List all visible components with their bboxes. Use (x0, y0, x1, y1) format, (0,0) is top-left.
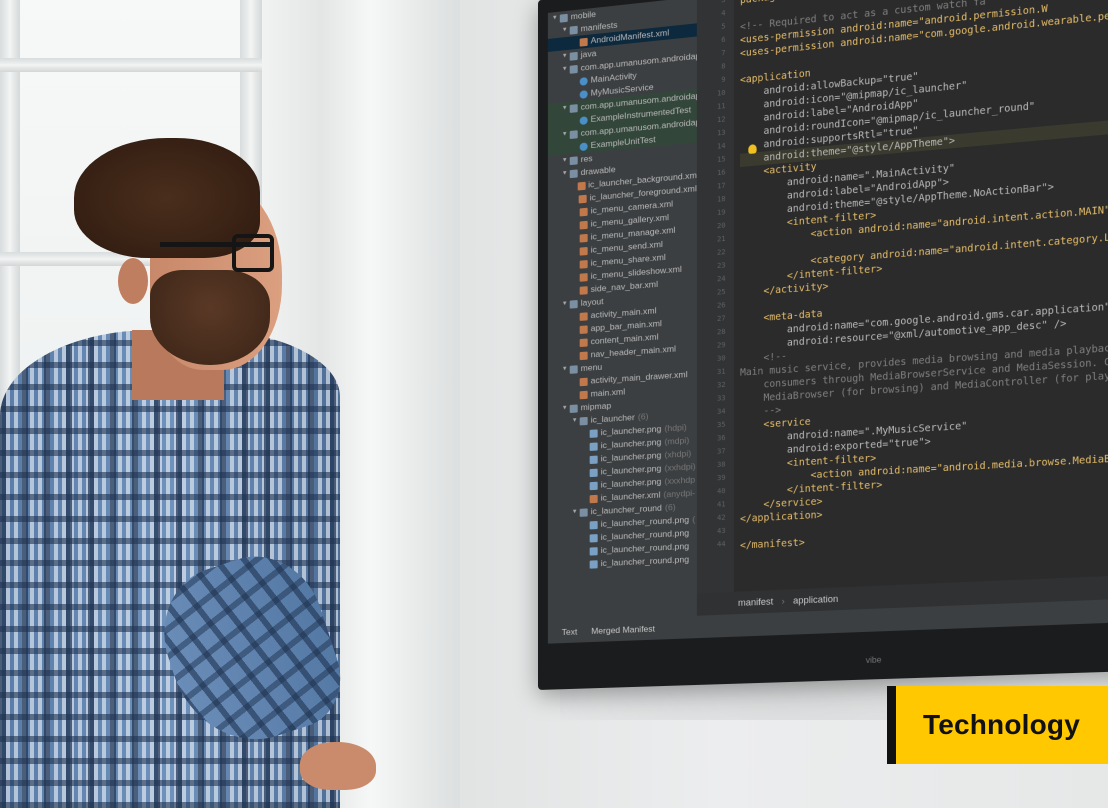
file-icon (589, 533, 598, 543)
expand-arrow-icon: ▼ (561, 65, 568, 73)
tree-item-qualifier: (6) (664, 501, 676, 513)
expand-arrow-icon: ▼ (551, 14, 558, 22)
expand-arrow-icon: ▼ (561, 157, 568, 164)
expand-arrow-icon (572, 95, 578, 96)
tree-item-label: main.xml (590, 386, 626, 399)
file-icon (579, 37, 588, 47)
file-icon (579, 390, 588, 399)
expand-arrow-icon: ▼ (561, 405, 568, 412)
file-icon (579, 259, 588, 269)
category-badge: Technology (887, 686, 1108, 764)
expand-arrow-icon: ▼ (571, 508, 578, 516)
tree-item-qualifier: ( (692, 514, 696, 525)
folder-icon (569, 64, 578, 74)
ide-screen: ▼ mobile ▼ manifests AndroidManifest.xml ▼ jav… (547, 0, 1108, 644)
folder-icon (569, 364, 578, 374)
file-icon (579, 207, 588, 216)
expand-arrow-icon (572, 225, 578, 226)
ear (118, 258, 148, 304)
expand-arrow-icon: ▼ (561, 52, 568, 60)
expand-arrow-icon (572, 121, 578, 122)
folder-icon (569, 129, 578, 139)
file-icon (579, 272, 588, 282)
expand-arrow-icon (572, 212, 578, 213)
code-editor: package="com.app.<!-- Required to act as… (740, 0, 1108, 614)
file-icon (589, 428, 598, 438)
project-tree: ▼ mobile ▼ manifests AndroidManifest.xml ▼ jav… (547, 0, 698, 622)
file-icon (579, 246, 588, 256)
file-icon (579, 285, 588, 295)
file-icon (579, 311, 588, 321)
breadcrumb-manifest: manifest (737, 596, 774, 608)
folder-icon (569, 51, 578, 61)
tree-item-label: ic_launcher_round.png (600, 553, 690, 569)
expand-arrow-icon (572, 42, 578, 43)
file-icon (589, 441, 598, 451)
folder-icon (569, 25, 578, 35)
class-icon (579, 115, 588, 125)
expand-arrow-icon: ▼ (561, 105, 568, 112)
line-number-gutter: 3 4 5 6 7 8 9 10 11 12 13 14 15 16 17 18 19 20 21 22 23 24 25 2… (696, 0, 734, 616)
tree-item-qualifier: (6) (637, 411, 649, 422)
file-icon (589, 494, 598, 503)
file-icon (579, 351, 588, 360)
file-icon (579, 220, 588, 230)
folder-icon (569, 103, 578, 113)
breadcrumb-separator: › (781, 595, 785, 607)
expand-arrow-icon (572, 147, 578, 148)
folder-icon (569, 155, 578, 165)
display-monitor: ▼ mobile ▼ manifests AndroidManifest.xml ▼ jav… (538, 0, 1108, 690)
file-icon (577, 181, 586, 191)
folder-icon (569, 403, 578, 413)
file-icon (589, 546, 598, 556)
tree-item-qualifier: (anydpi- (663, 487, 696, 500)
folder-icon (579, 507, 588, 517)
file-icon (589, 559, 598, 569)
monitor-brand-logo: vibe (865, 655, 882, 666)
class-icon (579, 76, 588, 86)
folder-icon (569, 299, 578, 309)
class-icon (579, 141, 588, 151)
folder-icon (579, 416, 588, 425)
photo-scene: ▼ mobile ▼ manifests AndroidManifest.xml ▼ jav… (0, 0, 1108, 808)
file-icon (589, 481, 598, 490)
tab-merged-manifest: Merged Manifest (591, 623, 655, 636)
file-icon (579, 233, 588, 243)
breadcrumb-application: application (793, 593, 839, 606)
line-number: 44 (716, 540, 726, 549)
expand-arrow-icon: ▼ (561, 131, 568, 138)
folder-icon (569, 168, 578, 178)
eyeglasses-lens (232, 234, 274, 272)
folder-icon (559, 13, 568, 23)
file-icon (589, 455, 598, 464)
expand-arrow-icon (572, 82, 578, 83)
badge-label: Technology (922, 709, 1081, 740)
man-in-plaid-shirt (0, 130, 400, 808)
file-icon (579, 324, 588, 334)
file-icon (579, 337, 588, 347)
expand-arrow-icon: ▼ (561, 365, 568, 373)
expand-arrow-icon: ▼ (571, 417, 578, 424)
lightbulb-icon (748, 144, 757, 155)
beard (150, 270, 270, 365)
file-icon (578, 194, 587, 203)
expand-arrow-icon: ▼ (561, 26, 568, 34)
class-icon (579, 89, 588, 99)
tree-item-label: res (580, 152, 593, 165)
hand (300, 742, 376, 790)
file-icon (589, 520, 598, 529)
expand-arrow-icon: ▼ (561, 300, 568, 308)
expand-arrow-icon: ▼ (561, 170, 568, 177)
file-icon (579, 377, 588, 386)
tab-text: Text (561, 626, 578, 638)
file-icon (589, 468, 598, 477)
